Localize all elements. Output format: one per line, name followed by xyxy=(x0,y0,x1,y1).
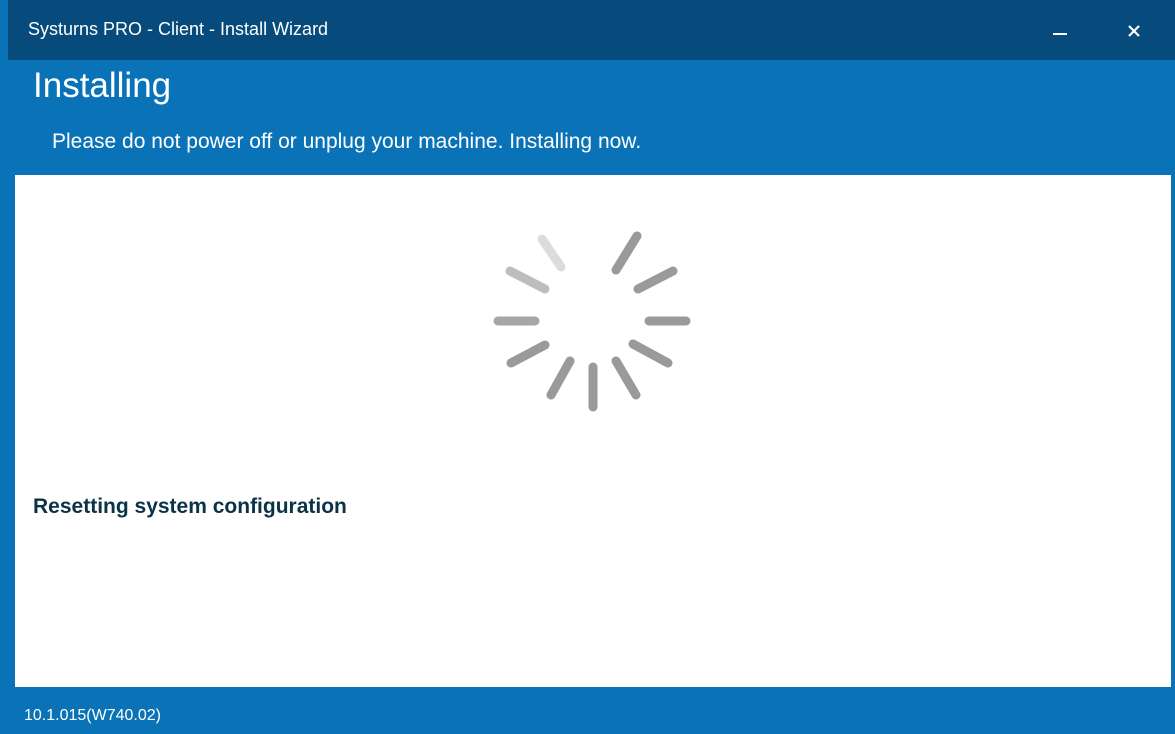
spinner-segment xyxy=(611,231,642,275)
page-subtitle: Please do not power off or unplug your m… xyxy=(52,130,642,153)
content-panel: Resetting system configuration xyxy=(15,175,1171,687)
title-bar[interactable]: Systurns PRO - Client - Install Wizard xyxy=(8,0,1175,60)
loading-spinner-icon xyxy=(493,231,691,412)
spinner-segment xyxy=(546,356,575,400)
minimize-button[interactable] xyxy=(1038,12,1082,50)
spinner-segments xyxy=(493,231,691,412)
close-icon xyxy=(1128,25,1140,37)
spinner-segment xyxy=(633,266,678,294)
close-button[interactable] xyxy=(1112,12,1156,50)
version-label: 10.1.015(W740.02) xyxy=(24,707,161,724)
spinner-segment xyxy=(505,266,550,294)
install-wizard-window: Systurns PRO - Client - Install Wizard I… xyxy=(0,0,1175,734)
spinner-segment xyxy=(628,339,673,368)
spinner-segment xyxy=(537,234,566,272)
page-title: Installing xyxy=(33,66,172,105)
spinner-segment xyxy=(611,356,641,400)
spinner-segment xyxy=(506,340,550,368)
footer-bar: 10.1.015(W740.02) xyxy=(8,687,1175,734)
window-title: Systurns PRO - Client - Install Wizard xyxy=(28,19,329,39)
wizard-header: Installing Please do not power off or un… xyxy=(8,60,1175,175)
minimize-icon xyxy=(1053,33,1067,35)
install-status-text: Resetting system configuration xyxy=(33,495,347,518)
